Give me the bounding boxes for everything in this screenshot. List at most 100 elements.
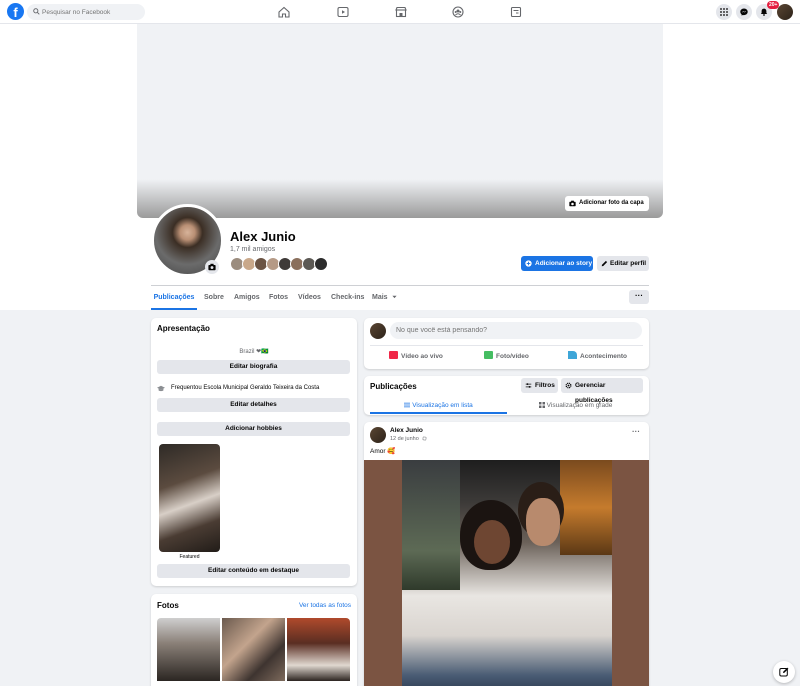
intro-card: Apresentação Brazil ❤🇧🇷 Editar biografia…	[151, 318, 357, 586]
filters-button[interactable]: Filtros	[521, 378, 558, 393]
bell-icon	[760, 8, 768, 16]
see-all-photos-link[interactable]: Ver todas as fotos	[299, 602, 351, 609]
account-avatar[interactable]	[777, 4, 793, 20]
post-card: Alex Junio 12 de junho ··· Amor 🥰	[364, 422, 649, 686]
life-event-button[interactable]: Acontecimento	[568, 351, 627, 362]
gear-icon	[565, 382, 572, 389]
photo-background-left	[402, 460, 460, 590]
camera-icon	[208, 263, 216, 271]
search-box[interactable]	[27, 4, 145, 20]
post-image[interactable]	[364, 460, 649, 686]
profile-header: Adicionar foto da capa Alex Junio 1,7 mi…	[0, 24, 800, 310]
graduation-cap-icon	[157, 385, 165, 392]
live-video-label: Vídeo ao vivo	[401, 353, 443, 360]
search-icon	[33, 8, 40, 15]
tab-fotos[interactable]: Fotos	[269, 286, 288, 310]
photos-title: Fotos	[157, 601, 179, 610]
gaming-icon[interactable]	[509, 5, 523, 19]
menu-button[interactable]	[716, 4, 732, 20]
update-profile-picture-button[interactable]	[205, 260, 219, 274]
messenger-icon	[740, 8, 748, 16]
tab-mais[interactable]: Mais	[372, 286, 397, 310]
search-input[interactable]	[42, 4, 142, 20]
featured-photo[interactable]	[159, 444, 220, 552]
post-date-text: 12 de junho	[390, 436, 419, 442]
life-event-label: Acontecimento	[580, 353, 627, 360]
tab-videos[interactable]: Vídeos	[298, 286, 321, 310]
messenger-button[interactable]	[736, 4, 752, 20]
photo-video-button[interactable]: Foto/vídeo	[484, 351, 529, 362]
tab-sobre[interactable]: Sobre	[204, 286, 224, 310]
add-cover-photo-button[interactable]: Adicionar foto da capa	[565, 196, 649, 211]
profile-name: Alex Junio	[230, 229, 296, 244]
tab-mais-label: Mais	[372, 294, 388, 301]
live-video-button[interactable]: Vídeo ao vivo	[389, 351, 443, 362]
more-options-button[interactable]: ···	[629, 290, 649, 304]
photo-background-right	[560, 460, 612, 555]
camera-icon	[569, 200, 576, 207]
photo-face	[526, 498, 560, 546]
add-cover-photo-label: Adicionar foto da capa	[579, 200, 644, 206]
watch-icon[interactable]	[336, 5, 350, 19]
posts-panel: Publicações Filtros Gerenciar publicaçõe…	[364, 376, 649, 415]
cover-photo[interactable]	[137, 24, 663, 218]
friend-avatar[interactable]	[314, 257, 328, 271]
live-video-icon	[389, 351, 398, 359]
grid-icon	[538, 402, 545, 408]
caret-down-icon	[391, 295, 397, 299]
filters-label: Filtros	[535, 382, 555, 389]
list-view-label: Visualização em lista	[412, 402, 473, 409]
post-options-button[interactable]: ···	[632, 427, 640, 436]
pencil-icon	[601, 260, 608, 267]
post-date[interactable]: 12 de junho	[390, 436, 427, 442]
couple-photo	[402, 460, 612, 686]
home-icon[interactable]	[277, 5, 291, 19]
intro-title: Apresentação	[157, 324, 210, 333]
photo-video-label: Foto/vídeo	[496, 353, 529, 360]
grid-view-tab[interactable]: Visualização em grade	[507, 398, 644, 414]
filter-icon	[525, 383, 532, 388]
photo-thumbnail[interactable]	[157, 618, 220, 681]
edit-profile-label: Editar perfil	[610, 260, 647, 267]
photos-card: Fotos Ver todas as fotos	[151, 594, 357, 686]
featured-label: Featured	[179, 554, 200, 560]
tab-publicacoes[interactable]: Publicações	[151, 286, 197, 310]
top-navigation-bar: f 20+	[0, 0, 800, 24]
manage-posts-button[interactable]: Gerenciar publicações	[561, 378, 643, 404]
tab-amigos[interactable]: Amigos	[234, 286, 260, 310]
edit-bio-button[interactable]: Editar biografia	[157, 360, 350, 374]
education-text: Frequentou Escola Municipal Geraldo Teix…	[171, 385, 320, 391]
add-to-story-button[interactable]: Adicionar ao story	[521, 256, 593, 271]
facebook-logo[interactable]: f	[7, 3, 24, 20]
edit-details-button[interactable]: Editar detalhes	[157, 398, 350, 412]
friends-count[interactable]: 1,7 mil amigos	[230, 246, 275, 253]
add-hobbies-button[interactable]: Adicionar hobbies	[157, 422, 350, 436]
list-icon	[404, 402, 411, 408]
privacy-gear-icon	[422, 436, 427, 441]
post-author-name[interactable]: Alex Junio	[390, 427, 423, 434]
marketplace-icon[interactable]	[394, 5, 408, 19]
grid-view-label: Visualização em grade	[546, 402, 613, 409]
flag-icon	[568, 351, 577, 359]
photo-thumbnail[interactable]	[222, 618, 285, 681]
post-text: Amor 🥰	[370, 448, 396, 455]
post-author-avatar[interactable]	[370, 427, 386, 443]
composer-card: Vídeo ao vivo Foto/vídeo Acontecimento	[364, 318, 649, 369]
grid-menu-icon	[720, 8, 728, 16]
composer-avatar[interactable]	[370, 323, 386, 339]
add-to-story-label: Adicionar ao story	[535, 260, 593, 267]
bio-text: Brazil ❤🇧🇷	[239, 349, 269, 355]
compose-icon	[779, 667, 789, 677]
plus-circle-icon	[525, 260, 532, 267]
tab-check-ins[interactable]: Check-ins	[331, 286, 364, 310]
groups-icon[interactable]	[451, 5, 465, 19]
photo-icon	[484, 351, 493, 359]
header-divider	[151, 285, 649, 286]
list-view-tab[interactable]: Visualização em lista	[370, 398, 507, 414]
new-message-button[interactable]	[773, 661, 795, 683]
composer-divider	[370, 345, 643, 346]
edit-featured-button[interactable]: Editar conteúdo em destaque	[157, 564, 350, 578]
edit-profile-button[interactable]: Editar perfil	[597, 256, 649, 271]
composer-input[interactable]	[390, 322, 642, 339]
photo-thumbnail[interactable]	[287, 618, 350, 681]
